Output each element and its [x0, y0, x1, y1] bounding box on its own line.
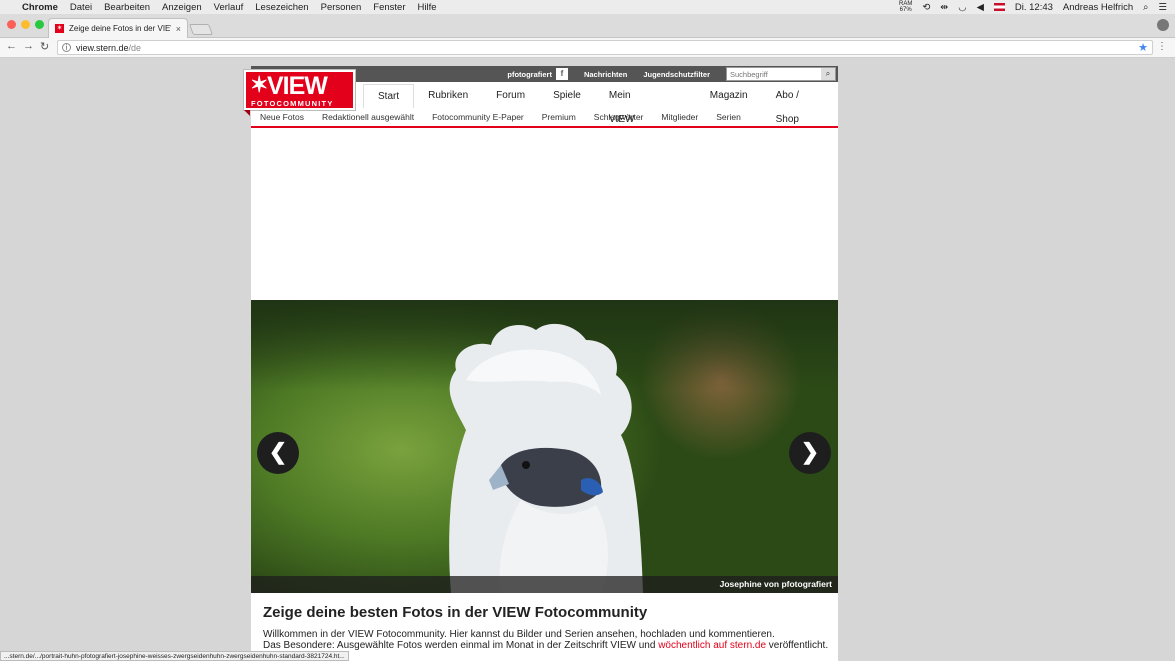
- intro-heading: Zeige deine besten Fotos in der VIEW Fot…: [263, 604, 648, 621]
- subnav-serien[interactable]: Serien: [716, 112, 741, 122]
- nav-spiele[interactable]: Spiele: [539, 84, 595, 108]
- stern-weekly-link[interactable]: wöchentlich auf stern.de: [658, 640, 766, 651]
- address-bar[interactable]: i view.stern.de/de ★: [57, 40, 1153, 55]
- nachrichten-link[interactable]: Nachrichten: [584, 70, 627, 79]
- subnav-mitglieder[interactable]: Mitglieder: [661, 112, 698, 122]
- browser-tab-active[interactable]: ✶ Zeige deine Fotos in der VIEW ×: [48, 18, 188, 38]
- menu-verlauf[interactable]: Verlauf: [214, 2, 244, 13]
- nav-abo-shop[interactable]: Abo / Shop: [762, 84, 838, 125]
- reload-icon[interactable]: ↻: [40, 40, 49, 53]
- intro-line-1: Willkommen in der VIEW Fotocommunity. Hi…: [263, 629, 775, 640]
- subnav-e-paper[interactable]: Fotocommunity E-Paper: [432, 112, 524, 122]
- hero-prev-button[interactable]: ❮: [257, 432, 299, 474]
- menu-fenster[interactable]: Fenster: [373, 2, 405, 13]
- new-tab-button[interactable]: [188, 24, 214, 35]
- os-menubar: Chrome Datei Bearbeiten Anzeigen Verlauf…: [0, 0, 1175, 14]
- zoom-window-button[interactable]: [35, 20, 44, 29]
- wifi-icon[interactable]: ◡: [958, 2, 966, 13]
- austria-flag-icon[interactable]: [993, 3, 1005, 11]
- logo-word: VIEW: [267, 72, 328, 100]
- hero-caption[interactable]: Josephine von pfotografiert: [251, 576, 838, 593]
- menu-bearbeiten[interactable]: Bearbeiten: [104, 2, 150, 13]
- intro-line-2-end: veröffentlicht.: [766, 640, 829, 651]
- subnav-redaktionell[interactable]: Redaktionell ausgewählt: [322, 112, 414, 122]
- nav-mein-view[interactable]: Mein VIEW: [595, 84, 696, 125]
- profile-icon[interactable]: [1157, 19, 1169, 31]
- pfotografiert-link[interactable]: pfotografiert f: [507, 68, 568, 80]
- menubar-status-area: RAM 67% ⟲ ⇹ ◡ ◀︎ Di. 12:43 Andreas Helfri…: [899, 0, 1175, 14]
- main-navigation: Start Rubriken Forum Spiele Mein VIEW Ma…: [363, 82, 838, 125]
- window-controls: [7, 20, 44, 29]
- volume-icon[interactable]: ◀︎: [977, 2, 984, 13]
- ram-value: 67%: [899, 7, 912, 13]
- forward-arrow-icon[interactable]: →: [23, 40, 34, 52]
- web-page: pfotografiert f Nachrichten Jugendschutz…: [244, 66, 838, 661]
- time-machine-icon[interactable]: ⟲: [922, 2, 930, 13]
- sub-navigation: Neue Fotos Redaktionell ausgewählt Fotoc…: [251, 108, 838, 128]
- close-window-button[interactable]: [7, 20, 16, 29]
- bookmark-star-icon[interactable]: ★: [1138, 41, 1148, 54]
- browser-tabbar: ✶ Zeige deine Fotos in der VIEW ×: [0, 14, 1175, 38]
- menu-datei[interactable]: Datei: [70, 2, 92, 13]
- search-input[interactable]: [727, 68, 821, 80]
- intro-text: Willkommen in der VIEW Fotocommunity. Hi…: [263, 629, 833, 651]
- browser-menu-icon[interactable]: ⋮: [1157, 41, 1167, 52]
- back-arrow-icon[interactable]: ←: [6, 40, 17, 52]
- logo-ribbon-fold: [244, 110, 250, 116]
- tab-close-icon[interactable]: ×: [176, 24, 181, 34]
- site-info-icon[interactable]: i: [62, 43, 71, 52]
- jugendschutzfilter-link[interactable]: Jugendschutzfilter: [643, 70, 710, 79]
- subnav-premium[interactable]: Premium: [542, 112, 576, 122]
- pfotografiert-label: pfotografiert: [507, 69, 552, 79]
- nav-magazin[interactable]: Magazin: [696, 84, 762, 108]
- notification-center-icon[interactable]: ☰: [1158, 2, 1167, 13]
- spotlight-icon[interactable]: ⌕: [1143, 2, 1148, 13]
- nav-rubriken[interactable]: Rubriken: [414, 84, 482, 108]
- hero-slider[interactable]: ❮ ❯ Josephine von pfotografiert: [251, 300, 838, 593]
- minimize-window-button[interactable]: [21, 20, 30, 29]
- stern-star-icon: ✶: [250, 72, 269, 97]
- tab-title: Zeige deine Fotos in der VIEW: [69, 24, 171, 33]
- ram-indicator[interactable]: RAM 67%: [899, 1, 912, 13]
- stern-favicon-icon: ✶: [55, 24, 64, 33]
- intro-line-2: Das Besondere: Ausgewählte Fotos werden …: [263, 640, 833, 651]
- url-path: /de: [128, 42, 142, 53]
- network-icon[interactable]: ⇹: [940, 2, 948, 13]
- logo-subtitle: FOTOCOMMUNITY: [251, 99, 334, 108]
- view-logo[interactable]: ✶ VIEW FOTOCOMMUNITY: [244, 70, 355, 110]
- subnav-schlagwoerter[interactable]: Schlagwörter: [594, 112, 644, 122]
- hero-next-button[interactable]: ❯: [789, 432, 831, 474]
- clock[interactable]: Di. 12:43: [1015, 2, 1053, 13]
- subnav-neue-fotos[interactable]: Neue Fotos: [260, 112, 304, 122]
- link-status-bar: ...stern.de/.../portrait-huhn-pfotografi…: [0, 651, 349, 661]
- facebook-icon: f: [555, 68, 568, 80]
- nav-forum[interactable]: Forum: [482, 84, 539, 108]
- intro-line-2-start: Das Besondere: Ausgewählte Fotos werden …: [263, 640, 659, 651]
- user-name[interactable]: Andreas Helfrich: [1063, 2, 1133, 13]
- menu-hilfe[interactable]: Hilfe: [418, 2, 437, 13]
- menu-app-name[interactable]: Chrome: [22, 2, 58, 13]
- search-icon[interactable]: ⌕: [821, 68, 835, 80]
- silkie-chicken-photo: [449, 323, 643, 593]
- menu-personen[interactable]: Personen: [321, 2, 362, 13]
- menu-anzeigen[interactable]: Anzeigen: [162, 2, 202, 13]
- menu-lesezeichen[interactable]: Lesezeichen: [255, 2, 308, 13]
- nav-start[interactable]: Start: [363, 84, 415, 108]
- search-box: ⌕: [726, 67, 836, 81]
- url-host: view.stern.de: [76, 42, 129, 53]
- browser-toolbar: ← → ↻ i view.stern.de/de ★ ⋮: [0, 38, 1175, 58]
